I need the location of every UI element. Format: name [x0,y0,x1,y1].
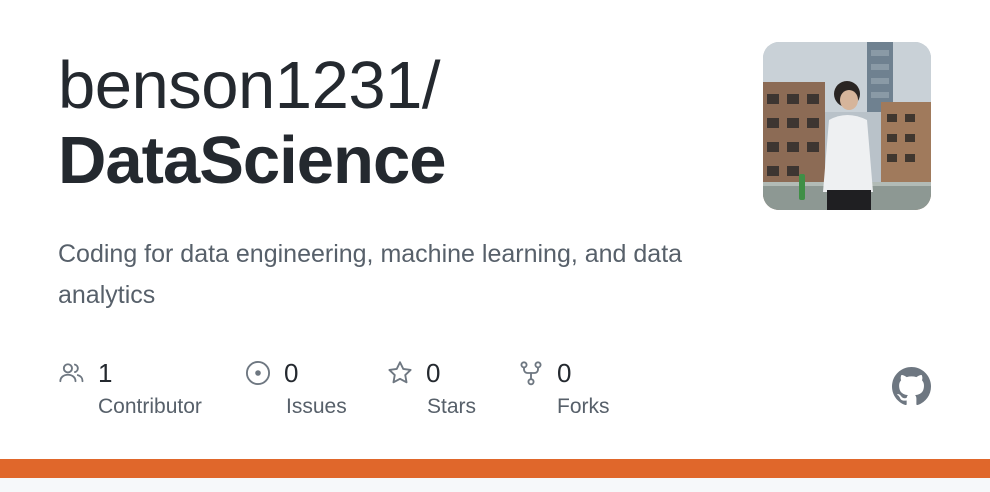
stat-value: 0 [284,357,299,388]
stat-issues[interactable]: 0 Issues [244,357,347,418]
stat-stars[interactable]: 0 Stars [386,357,476,418]
stat-contributors[interactable]: 1 Contributor [58,357,202,418]
stat-label: Contributor [98,395,202,418]
stat-label: Stars [427,395,477,418]
stat-label: Forks [557,395,610,418]
repo-title[interactable]: benson1231/ DataScience [58,52,446,194]
stat-value: 0 [557,357,572,388]
stat-value: 1 [98,357,113,388]
repo-owner[interactable]: benson1231/ [58,52,446,119]
fork-icon [517,359,545,387]
repo-description: Coding for data engineering, machine lea… [58,240,683,309]
stat-value: 0 [426,357,441,388]
repo-name[interactable]: DataScience [58,127,446,194]
owner-avatar[interactable] [763,42,931,210]
stat-forks[interactable]: 0 Forks [517,357,610,418]
language-bar [0,459,990,478]
footer-strip [0,478,990,492]
people-icon [58,359,86,387]
github-logo-icon[interactable] [892,367,931,406]
star-icon [386,359,414,387]
stat-label: Issues [286,395,347,418]
issue-icon [244,359,272,387]
